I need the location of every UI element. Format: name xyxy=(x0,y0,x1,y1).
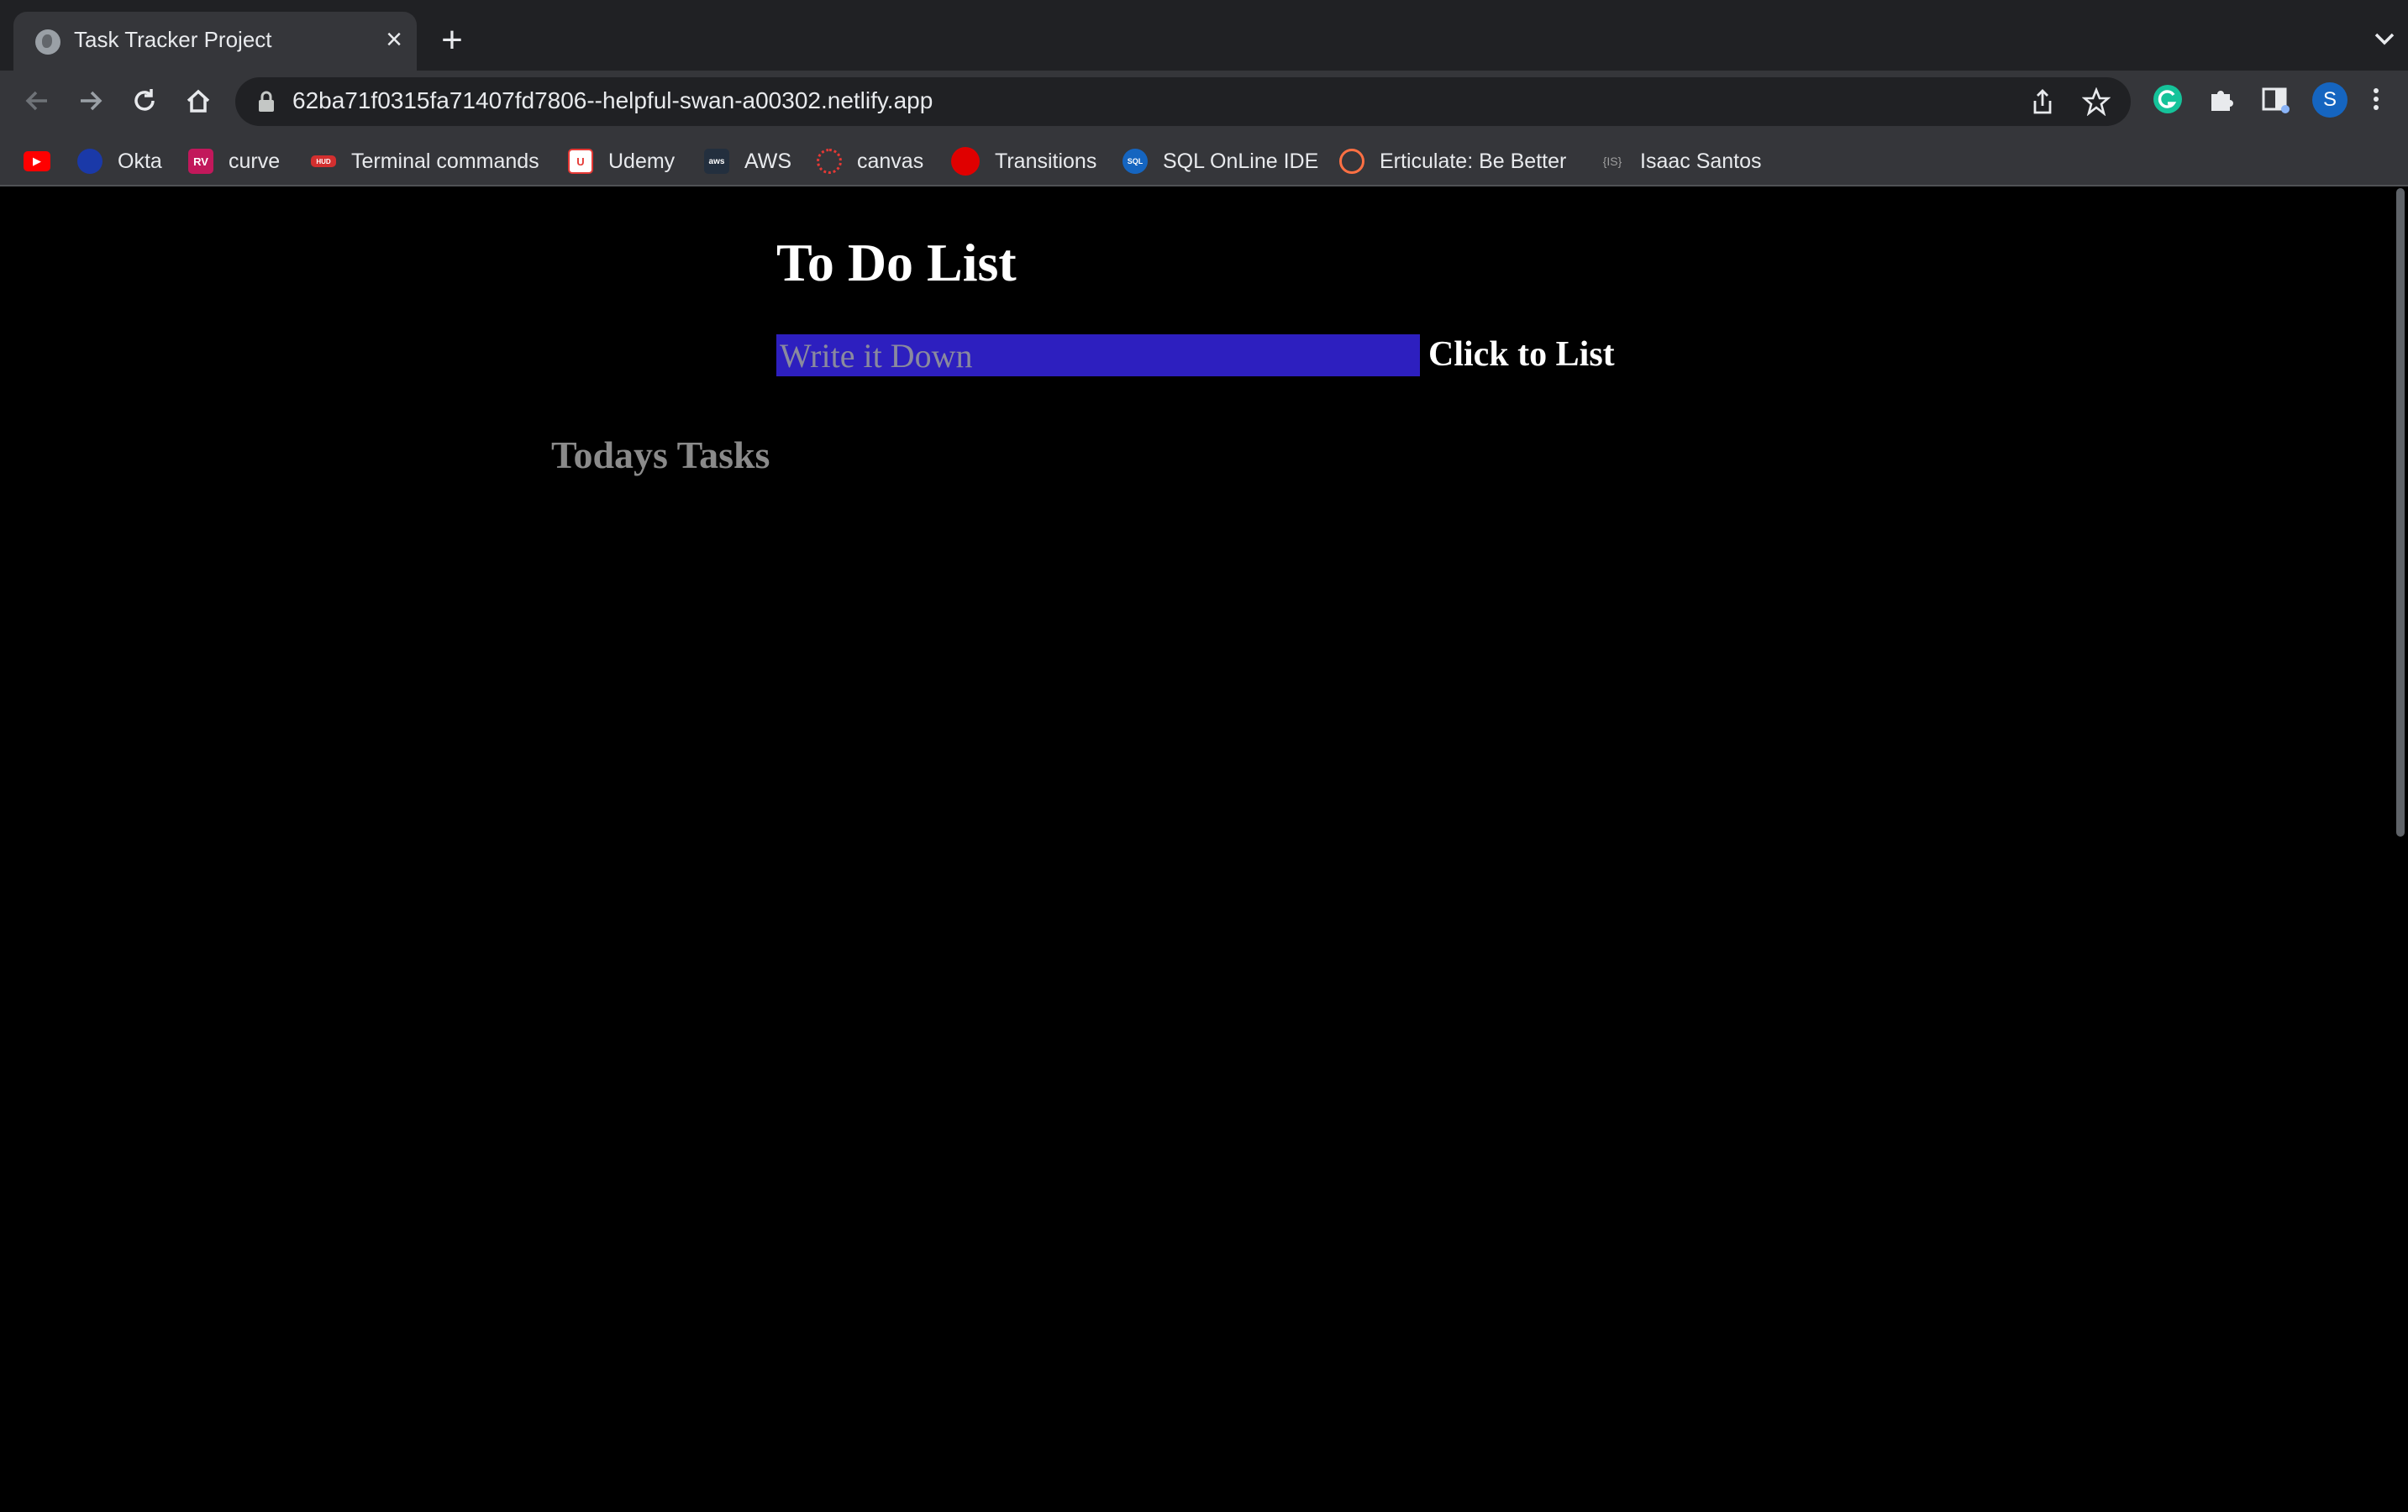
youtube-icon: ▶ xyxy=(24,151,50,171)
bookmark-udemy[interactable]: U Udemy xyxy=(568,143,675,180)
browser-menu-icon[interactable] xyxy=(2366,82,2386,116)
bookmark-label: Isaac Santos xyxy=(1640,149,1762,173)
bookmark-youtube[interactable]: ▶ xyxy=(24,143,66,180)
bookmark-okta[interactable]: Okta xyxy=(77,143,162,180)
bookmark-sql-online-ide[interactable]: SQL SQL OnLine IDE xyxy=(1123,143,1318,180)
new-tab-button[interactable]: + xyxy=(435,22,469,59)
bookmarks-bar: ▶ Okta RV curve HUD Terminal commands U … xyxy=(0,139,2408,186)
page-scrollbar[interactable] xyxy=(2393,186,2408,1512)
bookmark-label: AWS xyxy=(744,149,792,173)
bookmark-isaac-santos[interactable]: {IS} Isaac Santos xyxy=(1600,143,1762,180)
canvas-icon xyxy=(817,149,842,174)
bookmark-label: canvas xyxy=(857,149,924,173)
bookmark-label: Okta xyxy=(118,149,162,173)
bookmark-label: curve xyxy=(229,149,281,173)
url-text[interactable]: 62ba71f0315fa71407fd7806--helpful-swan-a… xyxy=(292,87,933,114)
reading-list-sidepanel-icon[interactable] xyxy=(2258,82,2292,116)
bookmark-label: Udemy xyxy=(608,149,676,173)
bookmark-transitions[interactable]: Transitions xyxy=(951,143,1096,180)
tab-search-chevron-icon[interactable] xyxy=(2369,24,2400,54)
share-icon[interactable] xyxy=(2028,87,2057,116)
bookmark-aws[interactable]: aws AWS xyxy=(704,143,791,180)
extensions-puzzle-icon[interactable] xyxy=(2205,82,2238,116)
tab-strip: Task Tracker Project × + xyxy=(0,0,2408,71)
transitions-icon xyxy=(951,147,980,176)
browser-tab[interactable]: Task Tracker Project × xyxy=(13,12,417,71)
okta-icon xyxy=(77,149,103,174)
bookmark-label: SQL OnLine IDE xyxy=(1163,149,1319,173)
aws-icon: aws xyxy=(704,149,729,174)
bookmark-label: Transitions xyxy=(995,149,1097,173)
lock-icon[interactable] xyxy=(255,90,277,113)
isaac-santos-icon: {IS} xyxy=(1602,155,1622,168)
home-icon[interactable] xyxy=(180,82,217,119)
address-bar[interactable]: 62ba71f0315fa71407fd7806--helpful-swan-a… xyxy=(235,77,2131,126)
click-to-list-button[interactable]: Click to List xyxy=(1428,331,1615,378)
forward-arrow-icon[interactable] xyxy=(72,82,109,119)
bookmark-canvas[interactable]: canvas xyxy=(817,143,923,180)
globe-icon xyxy=(35,29,60,55)
bookmark-label: Erticulate: Be Better xyxy=(1380,149,1567,173)
profile-avatar[interactable]: S xyxy=(2312,82,2348,118)
back-arrow-icon[interactable] xyxy=(18,82,55,119)
tab-title: Task Tracker Project xyxy=(74,27,272,52)
scrollbar-thumb[interactable] xyxy=(2396,188,2405,837)
sql-icon: SQL xyxy=(1123,149,1148,174)
bookmark-terminal-commands[interactable]: HUD Terminal commands xyxy=(311,143,539,180)
bookmark-curve[interactable]: RV curve xyxy=(188,143,280,180)
reload-icon[interactable] xyxy=(126,82,163,119)
terminal-icon: HUD xyxy=(311,155,336,167)
page-content: To Do List Click to List Todays Tasks xyxy=(0,186,2393,1512)
close-tab-icon[interactable]: × xyxy=(380,25,408,54)
udemy-icon: U xyxy=(568,149,593,174)
grammarly-icon[interactable] xyxy=(2151,82,2185,116)
bookmark-star-icon[interactable] xyxy=(2082,87,2111,116)
task-input[interactable] xyxy=(776,334,1420,376)
bookmark-erticulate[interactable]: Erticulate: Be Better xyxy=(1339,143,1566,180)
page-title: To Do List xyxy=(776,233,1017,292)
curve-icon: RV xyxy=(188,149,213,174)
erticulate-icon xyxy=(1339,149,1364,174)
todays-tasks-heading: Todays Tasks xyxy=(551,433,770,476)
bookmark-label: Terminal commands xyxy=(351,149,539,173)
